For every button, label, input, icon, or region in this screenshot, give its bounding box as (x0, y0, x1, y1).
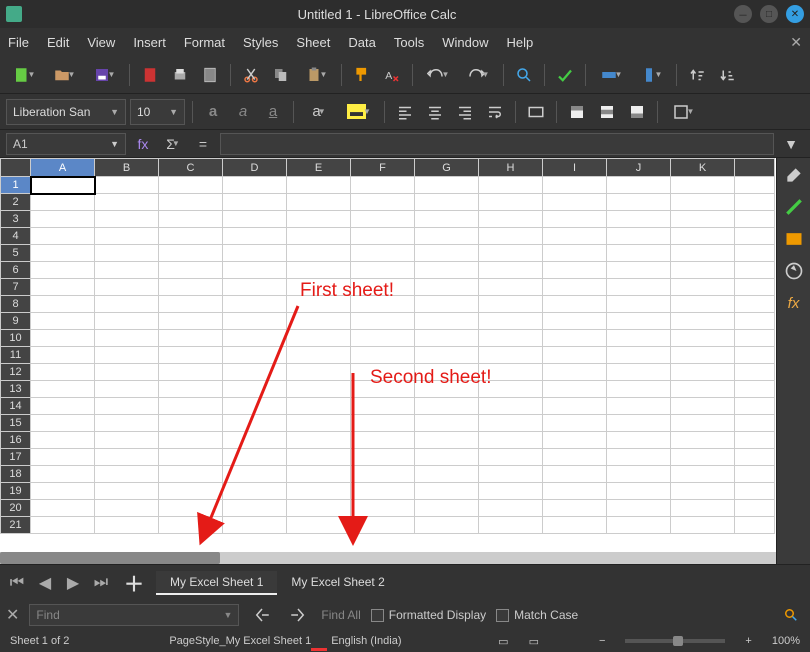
find-input[interactable]: Find▼ (29, 604, 239, 626)
print-preview-icon[interactable] (197, 62, 223, 88)
align-left-icon[interactable] (392, 99, 418, 125)
new-icon[interactable]: ▼ (6, 62, 42, 88)
undo-icon[interactable]: ▼ (420, 62, 456, 88)
sidebar-styles-icon[interactable] (781, 194, 807, 220)
next-sheet-icon[interactable]: ▶ (62, 572, 84, 594)
highlight-color-icon[interactable]: ▬▼ (341, 99, 377, 125)
menu-sheet[interactable]: Sheet (296, 35, 330, 50)
zoom-value[interactable]: 100% (772, 635, 800, 647)
formatted-display-checkbox[interactable]: Formatted Display (371, 608, 486, 622)
cell-reference-box[interactable]: A1▼ (6, 133, 126, 155)
zoom-out-icon[interactable]: − (599, 635, 605, 647)
window-title: Untitled 1 - LibreOffice Calc (28, 7, 726, 22)
find-all-button[interactable]: Find All (321, 608, 360, 622)
sheet-tab-2[interactable]: My Excel Sheet 2 (277, 571, 398, 595)
redo-icon[interactable]: ▼ (460, 62, 496, 88)
bold-icon[interactable]: a (200, 99, 226, 125)
font-size-combo[interactable]: 10▼ (130, 99, 185, 125)
close-button[interactable]: ✕ (786, 5, 804, 23)
last-sheet-icon[interactable]: ⏭ (90, 572, 112, 594)
close-doc-icon[interactable]: ✕ (790, 34, 802, 51)
sort-desc-icon[interactable] (714, 62, 740, 88)
column-icon[interactable]: ▼ (633, 62, 669, 88)
menu-styles[interactable]: Styles (243, 35, 278, 50)
merge-cells-icon[interactable] (523, 99, 549, 125)
sidebar-functions-icon[interactable]: fx (781, 290, 807, 316)
find-options-icon[interactable] (778, 602, 804, 628)
find-prev-icon[interactable] (249, 602, 275, 628)
sheet-count-status: Sheet 1 of 2 (10, 635, 69, 647)
save-icon[interactable]: ▼ (86, 62, 122, 88)
svg-text:A: A (385, 69, 392, 81)
pdf-icon[interactable] (137, 62, 163, 88)
zoom-slider[interactable] (625, 639, 725, 643)
expand-formula-icon[interactable]: ▼ (778, 131, 804, 157)
menu-data[interactable]: Data (348, 35, 375, 50)
align-top-icon[interactable] (564, 99, 590, 125)
sheet-tab-1[interactable]: My Excel Sheet 1 (156, 571, 277, 595)
annotation-arrows (0, 158, 776, 564)
print-icon[interactable] (167, 62, 193, 88)
wrap-text-icon[interactable] (482, 99, 508, 125)
sidebar-properties-icon[interactable] (781, 162, 807, 188)
formula-icon[interactable]: = (190, 131, 216, 157)
align-bottom-icon[interactable] (624, 99, 650, 125)
font-name-combo[interactable]: Liberation San▼ (6, 99, 126, 125)
insert-mode-icon[interactable]: ▭ (498, 635, 508, 648)
align-middle-icon[interactable] (594, 99, 620, 125)
menu-help[interactable]: Help (506, 35, 533, 50)
font-color-icon[interactable]: a▼ (301, 99, 337, 125)
clear-format-icon[interactable]: A (379, 62, 405, 88)
copy-icon[interactable] (268, 62, 294, 88)
cut-icon[interactable] (238, 62, 264, 88)
zoom-in-icon[interactable]: + (745, 635, 751, 647)
prev-sheet-icon[interactable]: ◀ (34, 572, 56, 594)
sort-asc-icon[interactable] (684, 62, 710, 88)
menu-tools[interactable]: Tools (394, 35, 424, 50)
formula-input[interactable] (220, 133, 774, 155)
maximize-button[interactable]: □ (760, 5, 778, 23)
borders-icon[interactable]: ▼ (665, 99, 701, 125)
menu-view[interactable]: View (87, 35, 115, 50)
close-find-icon[interactable]: ✕ (6, 605, 19, 625)
row-icon[interactable]: ▼ (593, 62, 629, 88)
page-style-status: PageStyle_My Excel Sheet 1 (169, 635, 311, 647)
clone-format-icon[interactable] (349, 62, 375, 88)
underline-icon[interactable]: a (260, 99, 286, 125)
find-next-icon[interactable] (285, 602, 311, 628)
align-center-icon[interactable] (422, 99, 448, 125)
selection-mode-icon[interactable]: ▭ (529, 635, 539, 648)
menu-format[interactable]: Format (184, 35, 225, 50)
app-icon (6, 6, 22, 22)
menu-edit[interactable]: Edit (47, 35, 69, 50)
paste-icon[interactable]: ▼ (298, 62, 334, 88)
sum-icon[interactable]: Σ▼ (160, 131, 186, 157)
sidebar-gallery-icon[interactable] (781, 226, 807, 252)
find-replace-icon[interactable] (511, 62, 537, 88)
language-status: English (India) (331, 635, 401, 647)
first-sheet-icon[interactable]: ⏮ (6, 572, 28, 594)
function-wizard-icon[interactable]: fx (130, 131, 156, 157)
match-case-checkbox[interactable]: Match Case (496, 608, 578, 622)
spellcheck-icon[interactable] (552, 62, 578, 88)
minimize-button[interactable]: － (734, 5, 752, 23)
align-right-icon[interactable] (452, 99, 478, 125)
add-sheet-button[interactable]: ＋ (118, 568, 150, 597)
italic-icon[interactable]: a (230, 99, 256, 125)
menu-window[interactable]: Window (442, 35, 488, 50)
menu-insert[interactable]: Insert (133, 35, 166, 50)
menu-file[interactable]: File (8, 35, 29, 50)
open-icon[interactable]: ▼ (46, 62, 82, 88)
sidebar-navigator-icon[interactable] (781, 258, 807, 284)
